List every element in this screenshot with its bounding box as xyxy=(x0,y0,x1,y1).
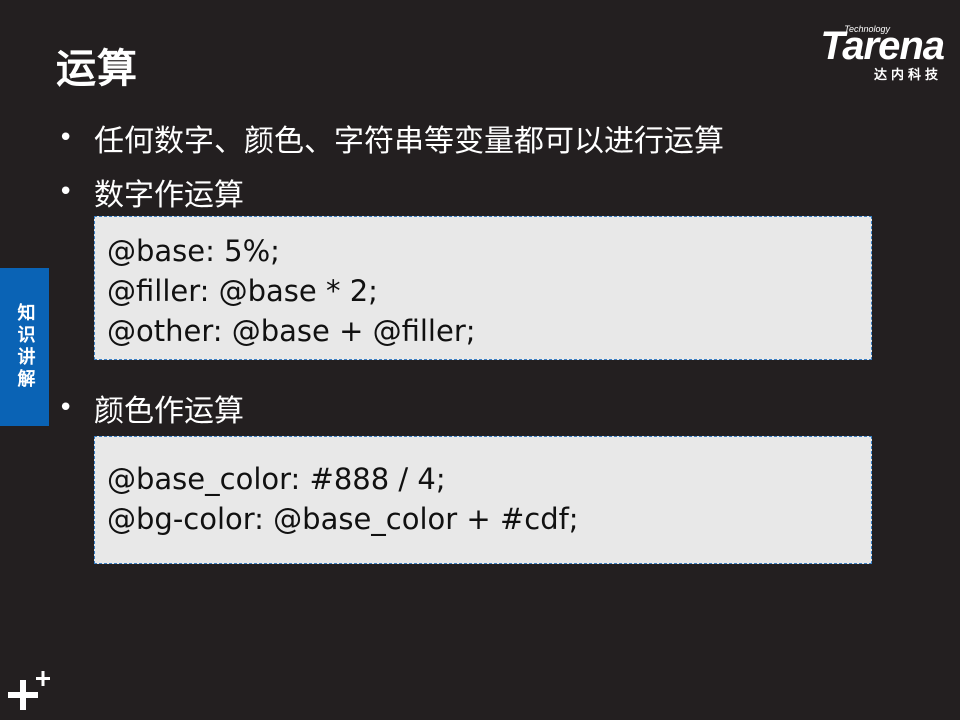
logo-wordmark: Tarena xyxy=(820,24,945,68)
side-tab-label: 知识讲解 xyxy=(14,303,36,391)
bullet-text: 颜色作运算 xyxy=(94,394,244,429)
code-line: @other: @base + @filler; xyxy=(107,314,476,348)
plus-mark-icon xyxy=(8,671,50,710)
slide: 运算 Technology Tarena 达内科技 知识讲解 • 任何数字、颜色… xyxy=(0,0,960,720)
code-line: @filler: @base * 2; xyxy=(107,274,378,308)
logo-subtitle: 达内科技 xyxy=(873,68,942,83)
bullet-item: • 数字作运算 xyxy=(58,170,244,214)
bullet-dot-icon: • xyxy=(58,393,74,423)
bullet-text: 任何数字、颜色、字符串等变量都可以进行运算 xyxy=(94,124,724,159)
code-block-number: @base: 5%; @filler: @base * 2; @other: @… xyxy=(94,216,872,360)
code-line: @base_color: #888 / 4; xyxy=(107,462,446,496)
code-line: @base: 5%; xyxy=(107,234,280,268)
slide-title: 运算 xyxy=(56,46,138,92)
side-tab: 知识讲解 xyxy=(0,268,49,426)
code-line: @bg-color: @base_color + #cdf; xyxy=(107,502,579,536)
bullet-dot-icon: • xyxy=(58,177,74,207)
bullet-text: 数字作运算 xyxy=(94,178,244,213)
bullet-dot-icon: • xyxy=(58,123,74,153)
bullet-item: • 任何数字、颜色、字符串等变量都可以进行运算 xyxy=(58,116,724,160)
tarena-logo: Technology Tarena 达内科技 xyxy=(774,22,945,84)
bullet-item: • 颜色作运算 xyxy=(58,386,244,430)
code-block-color: @base_color: #888 / 4; @bg-color: @base_… xyxy=(94,436,872,564)
